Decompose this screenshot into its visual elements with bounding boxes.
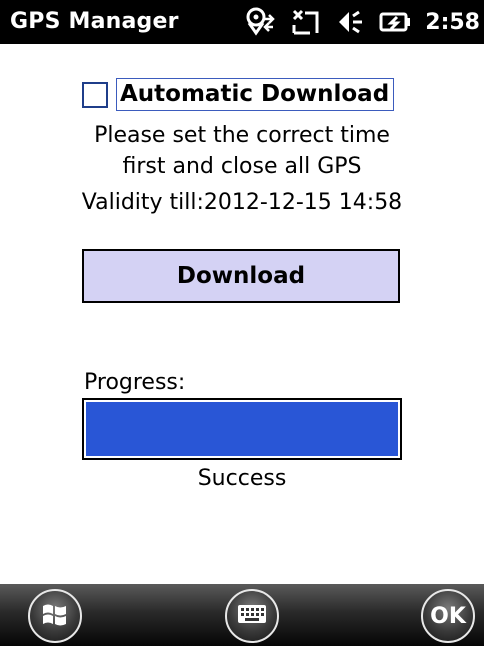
app-title: GPS Manager xyxy=(10,9,179,34)
progress-bar xyxy=(82,398,402,460)
automatic-download-checkbox-row[interactable]: Automatic Download xyxy=(82,78,395,111)
status-bar: GPS Manager 2:58 xyxy=(0,0,484,44)
progress-bar-fill xyxy=(86,402,398,456)
start-button[interactable] xyxy=(28,589,82,643)
automatic-download-checkbox[interactable] xyxy=(82,81,108,108)
download-button[interactable]: Download xyxy=(82,249,400,303)
status-icons: 2:58 xyxy=(245,6,480,38)
keyboard-button[interactable] xyxy=(225,589,279,643)
bottom-bar: OK xyxy=(0,584,484,646)
progress-status: Success xyxy=(197,466,287,491)
progress-label: Progress: xyxy=(84,370,186,395)
volume-icon xyxy=(337,7,365,37)
validity-text: Validity till:2012-12-15 14:58 xyxy=(81,190,403,215)
gps-manager-content: Automatic Download Please set the correc… xyxy=(0,44,484,584)
keyboard-icon xyxy=(237,603,267,629)
windows-logo-icon xyxy=(40,599,70,633)
instruction-line-1: Please set the correct time xyxy=(94,123,390,148)
instruction-line-2: first and close all GPS xyxy=(122,154,362,179)
clock: 2:58 xyxy=(425,9,480,35)
battery-charging-icon xyxy=(379,7,411,37)
no-signal-icon xyxy=(291,7,323,37)
instruction-text: Please set the correct time first and cl… xyxy=(0,120,484,182)
automatic-download-label[interactable]: Automatic Download xyxy=(116,78,395,111)
ok-button[interactable]: OK xyxy=(421,589,475,643)
gps-connectivity-icon xyxy=(245,7,277,37)
